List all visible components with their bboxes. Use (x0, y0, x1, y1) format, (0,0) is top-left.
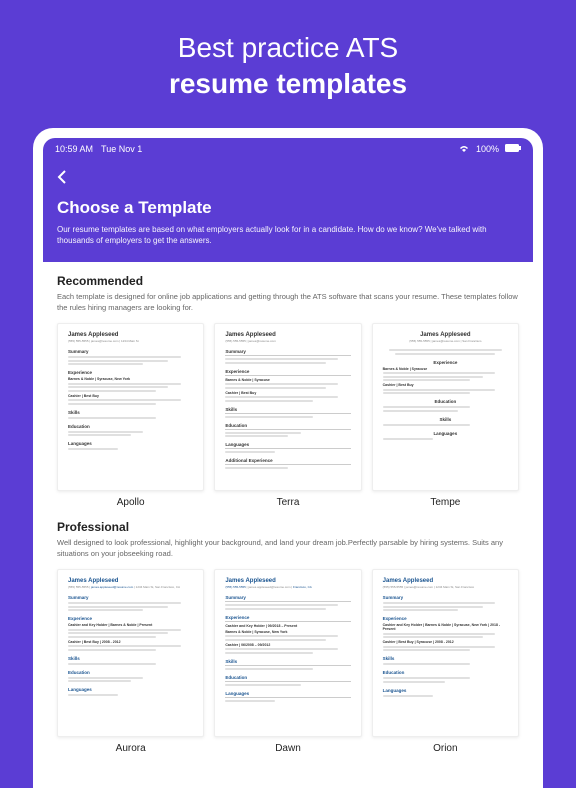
template-tempe[interactable]: James Appleseed (555) 555-5555 | james@r… (372, 323, 519, 516)
tablet-frame: 10:59 AM Tue Nov 1 100% Choose (33, 128, 543, 788)
back-button[interactable] (57, 169, 67, 190)
status-bar: 10:59 AM Tue Nov 1 100% (43, 138, 533, 161)
status-time: 10:59 AM (55, 144, 93, 154)
hero-title: Best practice ATS resume templates (20, 30, 556, 103)
template-label: Aurora (116, 743, 146, 754)
template-preview: James Appleseed (555) 555-5555 | james@r… (372, 323, 519, 491)
battery-percent: 100% (476, 144, 499, 154)
template-preview: James Appleseed (555) 555-5555 | james@r… (57, 323, 204, 491)
status-date: Tue Nov 1 (101, 144, 142, 154)
section-desc-professional: Well designed to look professional, high… (57, 538, 519, 559)
template-apollo[interactable]: James Appleseed (555) 555-5555 | james@r… (57, 323, 204, 516)
template-terra[interactable]: James Appleseed (555) 555-5555 | james@r… (214, 323, 361, 516)
section-desc-recommended: Each template is designed for online job… (57, 292, 519, 313)
template-orion[interactable]: James Appleseed (555) 555-5555 | james@r… (372, 569, 519, 762)
battery-icon (505, 144, 521, 154)
template-label: Apollo (117, 497, 145, 508)
page-description: Our resume templates are based on what e… (57, 224, 519, 246)
template-label: Terra (277, 497, 300, 508)
template-aurora[interactable]: James Appleseed (555) 555-5555 | james.a… (57, 569, 204, 762)
template-preview: James Appleseed (555) 555-5555 | james@r… (372, 569, 519, 737)
template-dawn[interactable]: James Appleseed (555) 555-5555 | james.a… (214, 569, 361, 762)
section-title-recommended: Recommended (57, 274, 519, 288)
template-preview: James Appleseed (555) 555-5555 | james.a… (214, 569, 361, 737)
page-title: Choose a Template (57, 198, 519, 218)
template-preview: James Appleseed (555) 555-5555 | james@r… (214, 323, 361, 491)
wifi-icon (458, 144, 470, 155)
template-label: Dawn (275, 743, 301, 754)
template-preview: James Appleseed (555) 555-5555 | james.a… (57, 569, 204, 737)
template-label: Tempe (430, 497, 460, 508)
app-header: Choose a Template Our resume templates a… (43, 161, 533, 262)
template-label: Orion (433, 743, 457, 754)
section-title-professional: Professional (57, 520, 519, 534)
